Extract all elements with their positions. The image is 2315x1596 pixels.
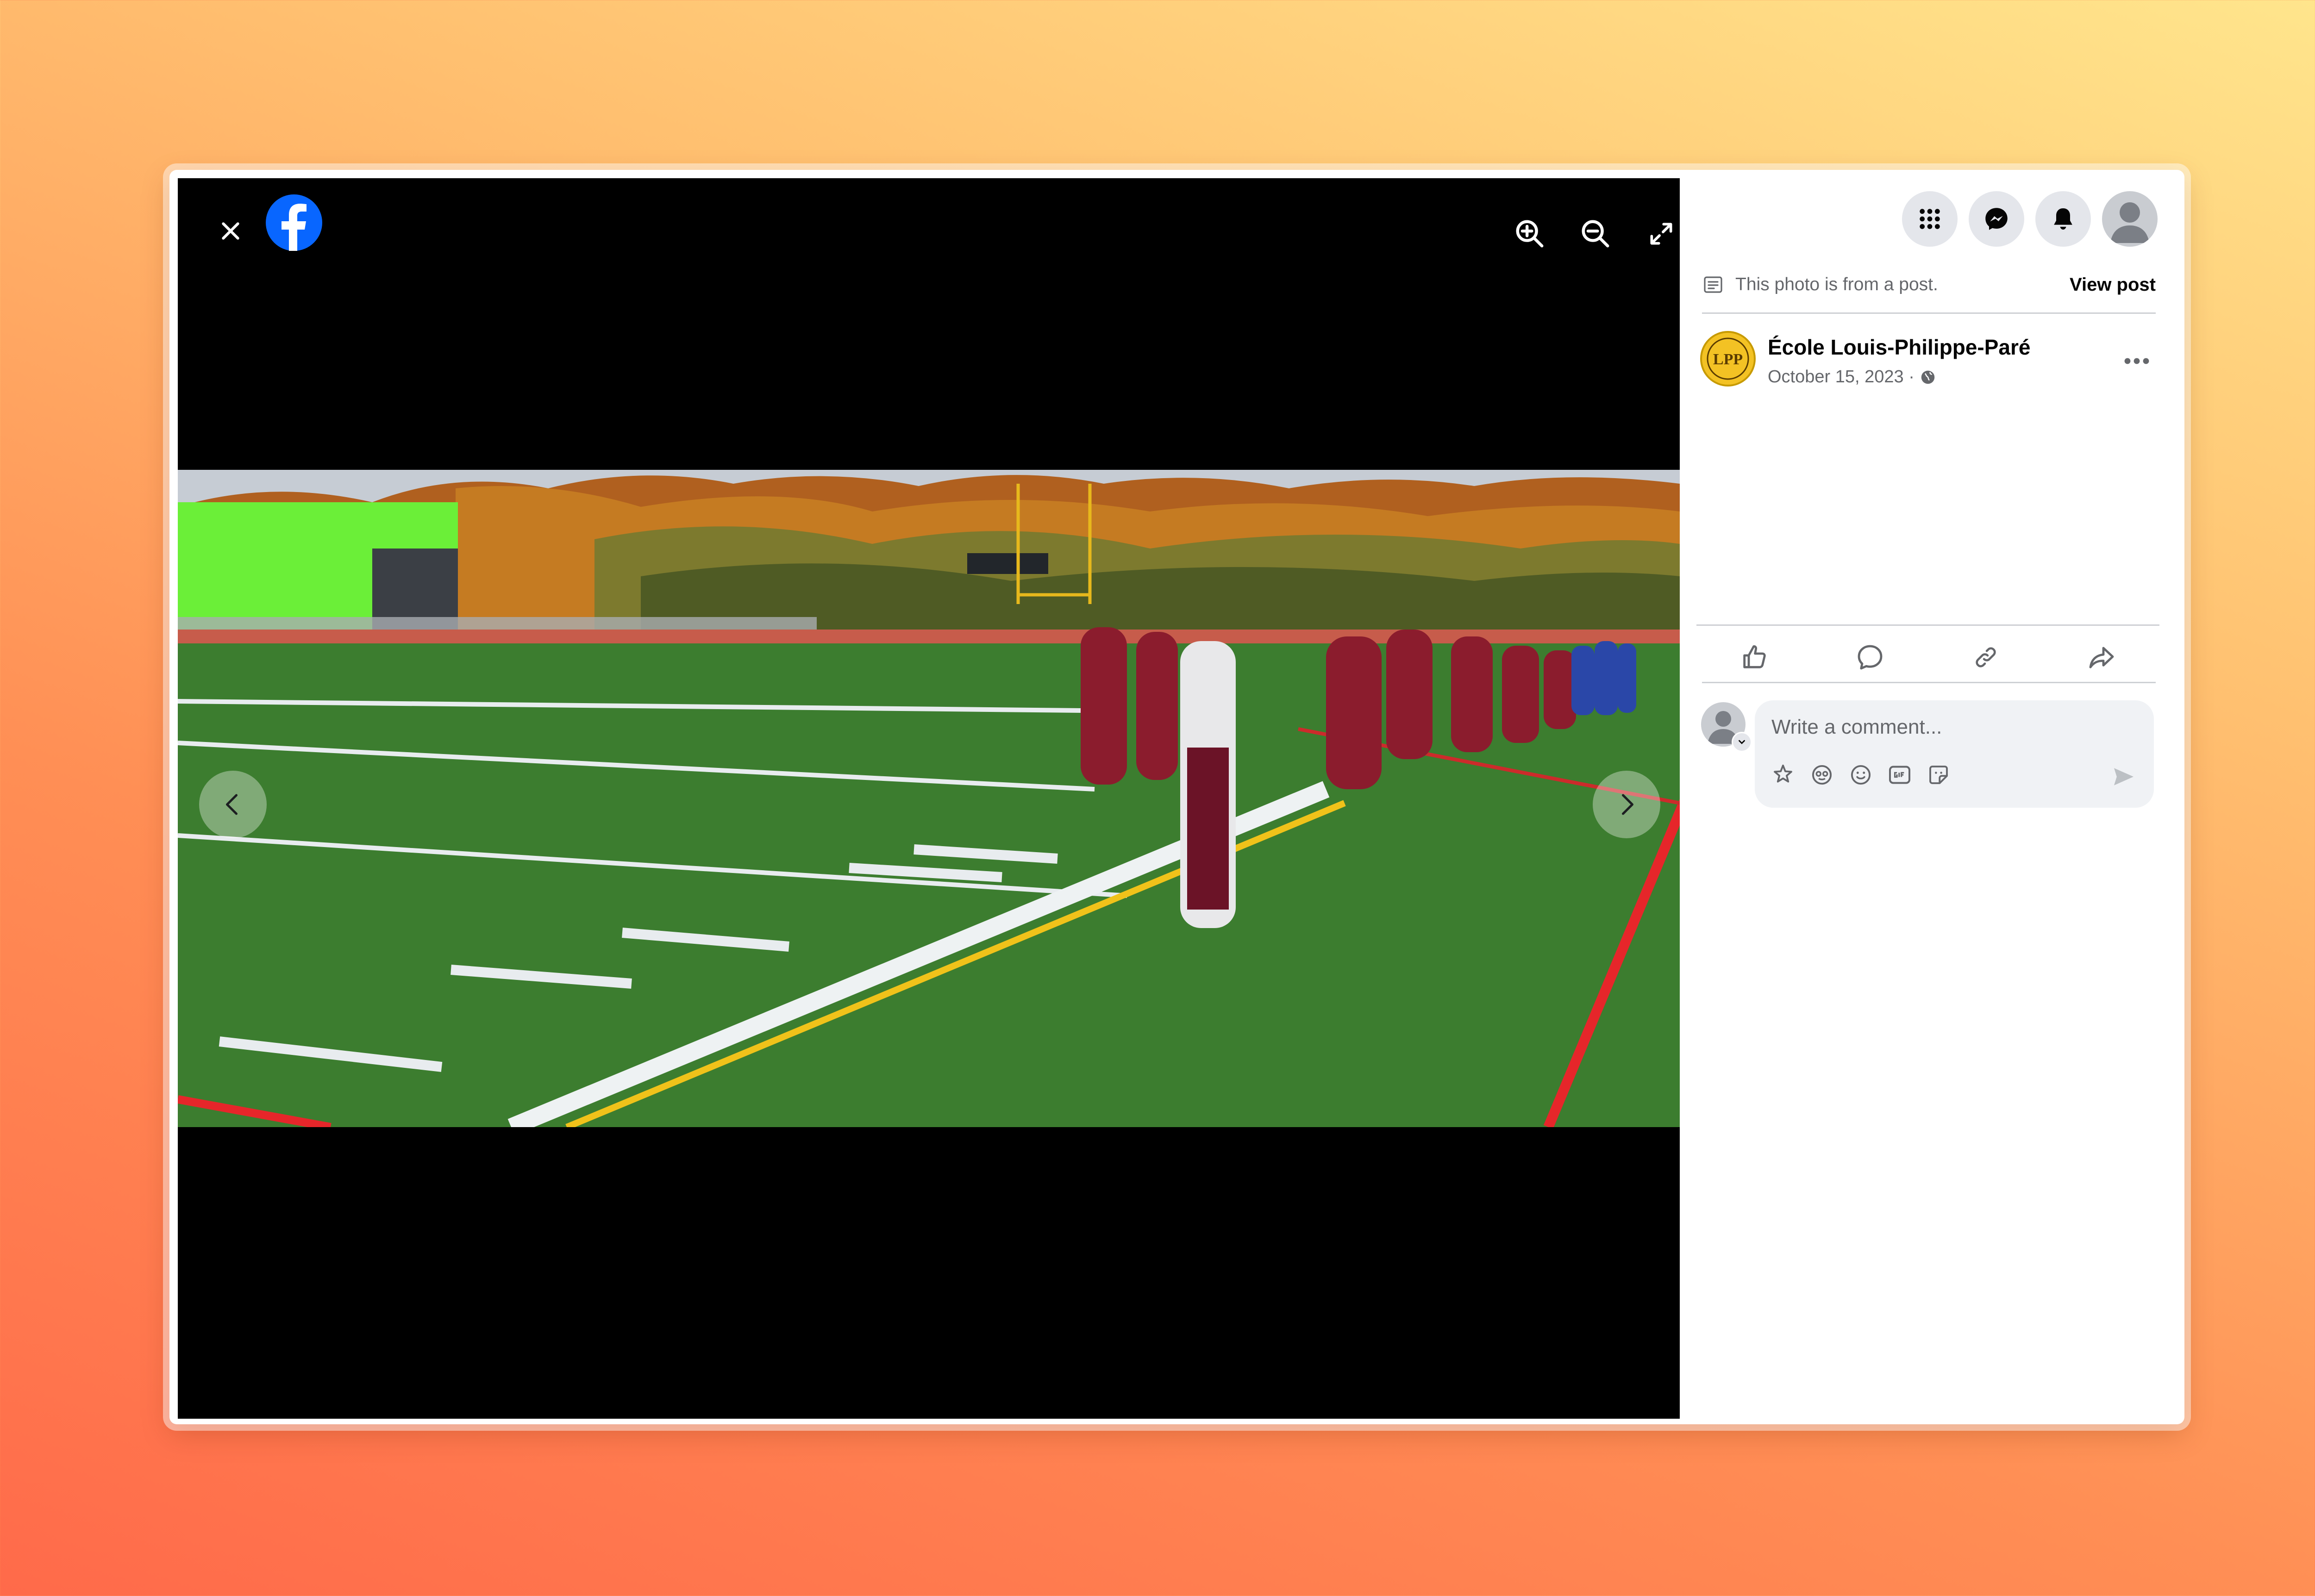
comment-input[interactable] (1771, 711, 2134, 744)
globe-icon (1921, 370, 1935, 384)
comment-tools (1769, 761, 1953, 789)
post-sidebar: This photo is from a post. View post LPP… (1680, 178, 2176, 1419)
send-icon (2114, 768, 2134, 786)
post-photo (178, 470, 1680, 1127)
document-icon (1704, 276, 1722, 293)
link-icon (1976, 647, 1996, 667)
photo-viewer-window: This photo is from a post. View post LPP… (169, 170, 2184, 1424)
messenger-icon (1985, 208, 2008, 230)
svg-text:LPP: LPP (1713, 351, 1743, 368)
page-avatar[interactable]: LPP (1700, 331, 1756, 387)
avatar-icon (2110, 202, 2149, 243)
copy-link-button[interactable] (1958, 634, 2014, 680)
share-arrow-icon (2089, 647, 2114, 668)
avatar-sticker-button[interactable] (1769, 761, 1797, 789)
page-name-link[interactable]: École Louis-Philippe-Paré (1768, 335, 2030, 360)
smiley-icon (1851, 765, 1871, 785)
fullscreen-icon (1650, 223, 1672, 245)
divider (1702, 682, 2156, 683)
next-photo-button[interactable] (1593, 771, 1660, 838)
chevron-right-icon (1622, 794, 1633, 815)
share-button[interactable] (2074, 634, 2129, 680)
more-options-button[interactable] (2116, 340, 2158, 382)
menu-button[interactable] (1902, 191, 1958, 247)
zoom-in-button[interactable] (1507, 211, 1553, 257)
avatar-button[interactable] (1808, 761, 1836, 789)
more-dots-icon (2124, 358, 2149, 364)
divider (1696, 624, 2159, 626)
comment-bubble-icon (1858, 645, 1883, 670)
post-meta: October 15, 2023 · (1768, 367, 1937, 387)
gif-icon (1889, 766, 1910, 784)
facebook-logo-icon[interactable] (266, 194, 322, 251)
comment-composer (1755, 700, 2154, 808)
post-actions (1696, 630, 2159, 685)
gif-button[interactable] (1885, 761, 1914, 789)
avatar-sticker-icon (1774, 764, 1792, 783)
avatar-face-icon (1812, 765, 1832, 785)
send-comment-button[interactable] (2108, 761, 2140, 793)
top-nav-icons (1902, 191, 2158, 247)
previous-photo-button[interactable] (199, 771, 267, 838)
close-icon (222, 222, 239, 240)
notifications-button[interactable] (2035, 191, 2091, 247)
chevron-left-icon (226, 794, 238, 815)
messenger-button[interactable] (1969, 191, 2024, 247)
photo-viewer (178, 178, 1680, 1419)
post-notice: This photo is from a post. View post (1702, 271, 2156, 299)
commenter-switch-button[interactable] (1732, 732, 1752, 752)
close-button[interactable] (203, 203, 258, 259)
fullscreen-button[interactable] (1638, 211, 1680, 257)
chevron-down-icon (1739, 740, 1745, 744)
bell-icon (2054, 208, 2072, 230)
emoji-button[interactable] (1846, 761, 1875, 789)
sticker-button[interactable] (1924, 761, 1953, 789)
sticker-icon (1929, 766, 1948, 784)
apps-grid-icon (1920, 209, 1940, 229)
view-post-link[interactable]: View post (2070, 274, 2156, 295)
zoom-out-button[interactable] (1572, 211, 1619, 257)
profile-button[interactable] (2102, 191, 2158, 247)
post-notice-text: This photo is from a post. (1735, 274, 1938, 294)
thumbs-up-icon (1743, 645, 1766, 668)
zoom-out-icon (1582, 220, 1609, 248)
like-button[interactable] (1727, 634, 1782, 680)
zoom-in-icon (1516, 220, 1544, 248)
post-date[interactable]: October 15, 2023 · (1768, 367, 1915, 387)
divider (1702, 312, 2156, 314)
comment-button[interactable] (1842, 634, 1898, 680)
